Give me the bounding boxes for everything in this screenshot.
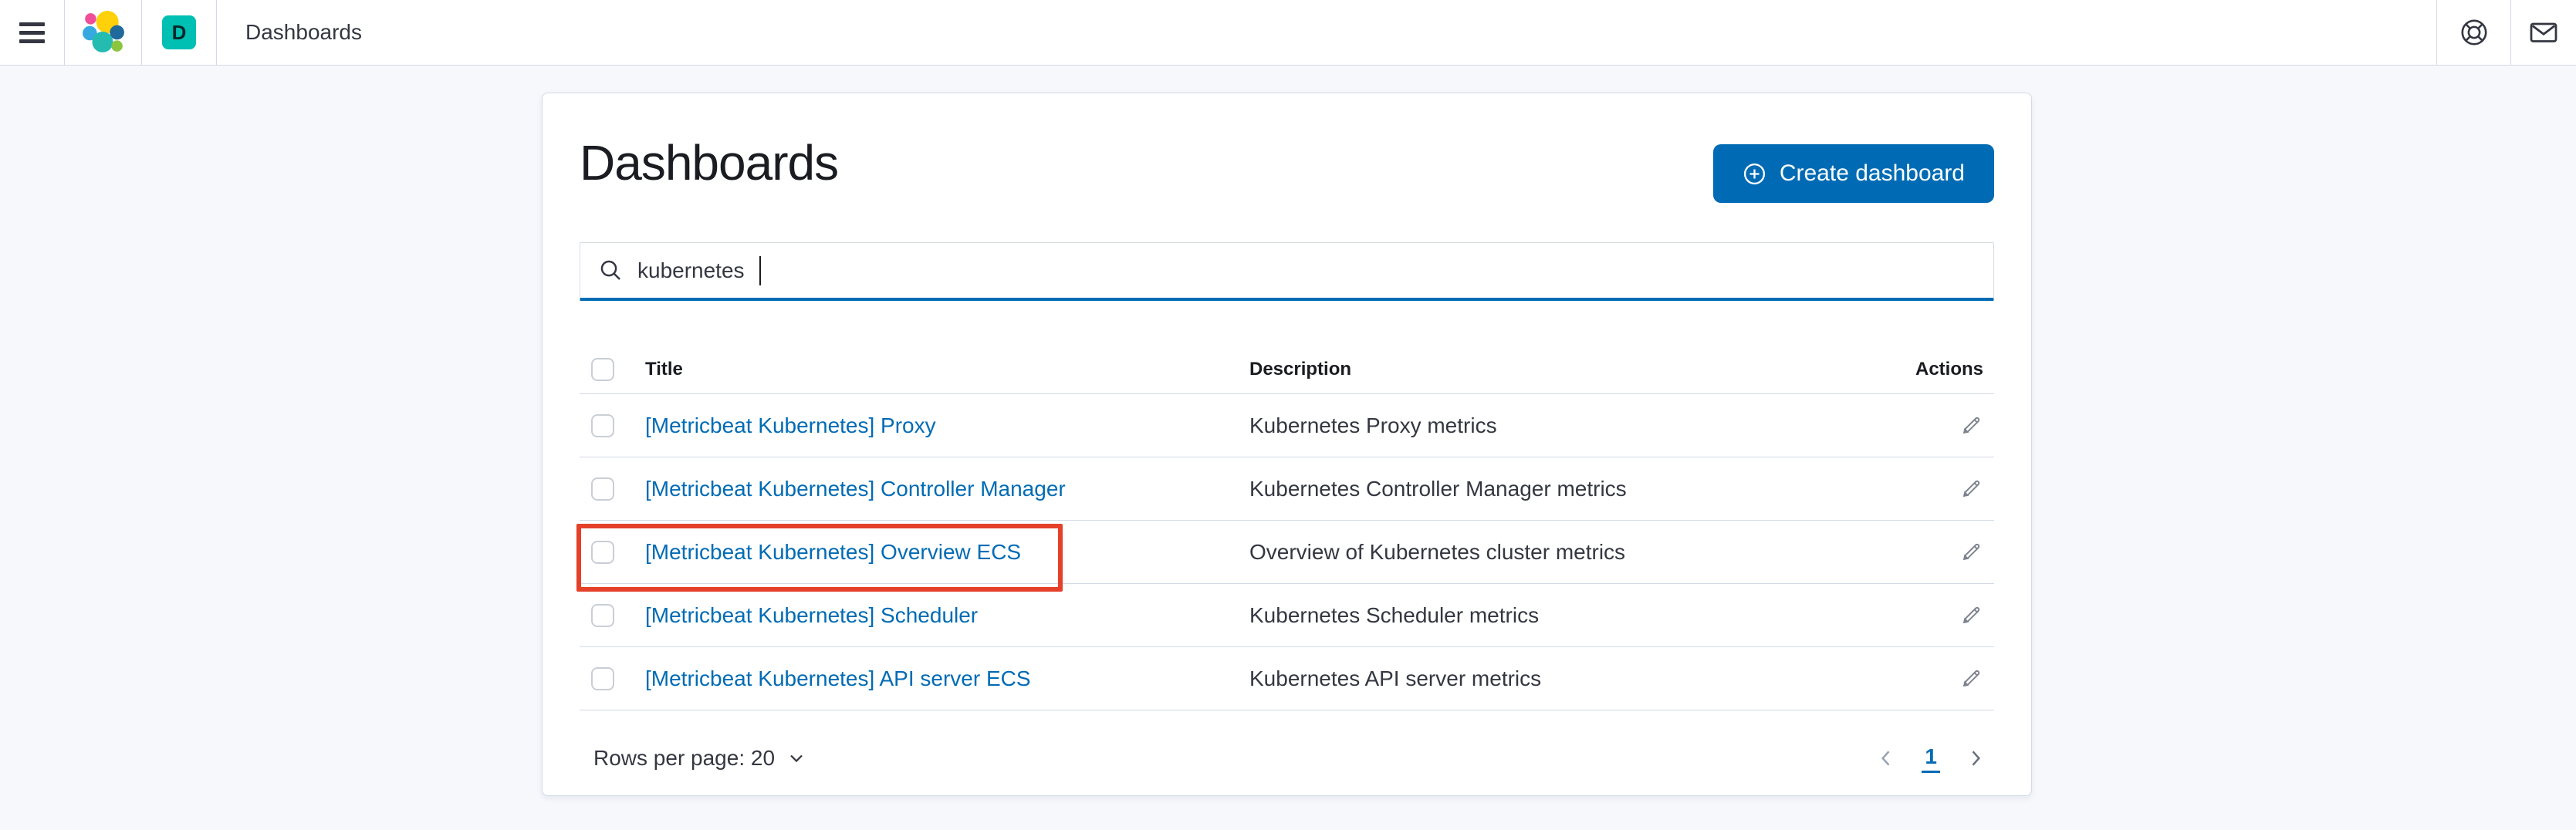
table-row: [Metricbeat Kubernetes] Scheduler Kubern… (580, 584, 1994, 647)
table-row: [Metricbeat Kubernetes] API server ECS K… (580, 647, 1994, 710)
text-cursor (759, 256, 761, 285)
plus-circle-icon (1743, 162, 1766, 186)
breadcrumb: Dashboards (217, 0, 362, 65)
column-header-description: Description (1249, 359, 1902, 380)
chevron-left-icon (1875, 747, 1897, 769)
table-row: [Metricbeat Kubernetes] Controller Manag… (580, 457, 1994, 521)
row-checkbox[interactable] (591, 604, 614, 627)
create-dashboard-label: Create dashboard (1780, 160, 1965, 187)
pencil-icon (1959, 603, 1983, 627)
newsfeed-button[interactable] (2522, 11, 2565, 54)
column-header-title[interactable]: Title (645, 359, 1249, 380)
help-lifebuoy-icon (2459, 18, 2489, 47)
space-badge: D (162, 15, 196, 49)
dashboard-description: Kubernetes API server metrics (1249, 666, 1902, 691)
dashboard-title-link[interactable]: [Metricbeat Kubernetes] Controller Manag… (645, 477, 1066, 501)
space-selector[interactable]: D (142, 0, 217, 65)
dashboards-panel: Dashboards Create dashboard kubernetes T… (542, 93, 2032, 796)
pencil-icon (1959, 666, 1983, 690)
row-checkbox[interactable] (591, 414, 614, 437)
dashboard-title-link[interactable]: [Metricbeat Kubernetes] API server ECS (645, 666, 1031, 690)
mail-icon (2528, 17, 2559, 48)
page-number-1[interactable]: 1 (1922, 744, 1940, 773)
select-all-checkbox[interactable] (591, 358, 614, 381)
table-row: [Metricbeat Kubernetes] Overview ECS Ove… (580, 521, 1994, 584)
dashboard-table-body: [Metricbeat Kubernetes] Proxy Kubernetes… (580, 394, 1994, 710)
pencil-icon (1959, 540, 1983, 564)
dashboard-title-link[interactable]: [Metricbeat Kubernetes] Overview ECS (645, 540, 1021, 564)
pencil-icon (1959, 477, 1983, 501)
column-header-actions: Actions (1902, 359, 1994, 380)
edit-dashboard-button[interactable] (1959, 477, 1983, 501)
menu-icon (19, 22, 45, 43)
next-page-button[interactable] (1960, 743, 1991, 774)
edit-dashboard-button[interactable] (1959, 666, 1983, 690)
create-dashboard-button[interactable]: Create dashboard (1713, 144, 1994, 203)
pencil-icon (1959, 413, 1983, 437)
row-checkbox[interactable] (591, 477, 614, 501)
dashboard-title-link[interactable]: [Metricbeat Kubernetes] Proxy (645, 413, 936, 437)
menu-button[interactable] (0, 0, 65, 65)
table-header-row: Title Description Actions (580, 345, 1994, 394)
table-footer: Rows per page: 20 1 (580, 710, 1994, 806)
edit-dashboard-button[interactable] (1959, 413, 1983, 437)
dashboard-title-link[interactable]: [Metricbeat Kubernetes] Scheduler (645, 603, 978, 627)
chevron-right-icon (1965, 747, 1986, 769)
dashboard-description: Overview of Kubernetes cluster metrics (1249, 540, 1902, 565)
rows-per-page-button[interactable]: Rows per page: 20 (580, 746, 807, 771)
row-checkbox[interactable] (591, 667, 614, 690)
table-row: [Metricbeat Kubernetes] Proxy Kubernetes… (580, 394, 1994, 457)
edit-dashboard-button[interactable] (1959, 540, 1983, 564)
rows-per-page-label: Rows per page: 20 (593, 746, 775, 771)
dashboard-description: Kubernetes Scheduler metrics (1249, 603, 1902, 628)
row-checkbox[interactable] (591, 541, 614, 564)
pagination: 1 (1871, 743, 1994, 774)
dashboard-table: Title Description Actions [Metricbeat Ku… (580, 345, 1994, 710)
page-title: Dashboards (580, 133, 838, 192)
dashboard-description: Kubernetes Controller Manager metrics (1249, 477, 1902, 501)
search-input[interactable]: kubernetes (580, 242, 1994, 301)
app-header: D Dashboards (0, 0, 2576, 66)
dashboard-description: Kubernetes Proxy metrics (1249, 413, 1902, 438)
chevron-down-icon (786, 747, 807, 769)
help-button[interactable] (2453, 11, 2496, 54)
elastic-logo-icon (81, 10, 126, 55)
search-icon (598, 258, 624, 283)
edit-dashboard-button[interactable] (1959, 603, 1983, 627)
previous-page-button[interactable] (1871, 743, 1902, 774)
search-value: kubernetes (637, 258, 745, 283)
home-button[interactable] (65, 0, 142, 65)
